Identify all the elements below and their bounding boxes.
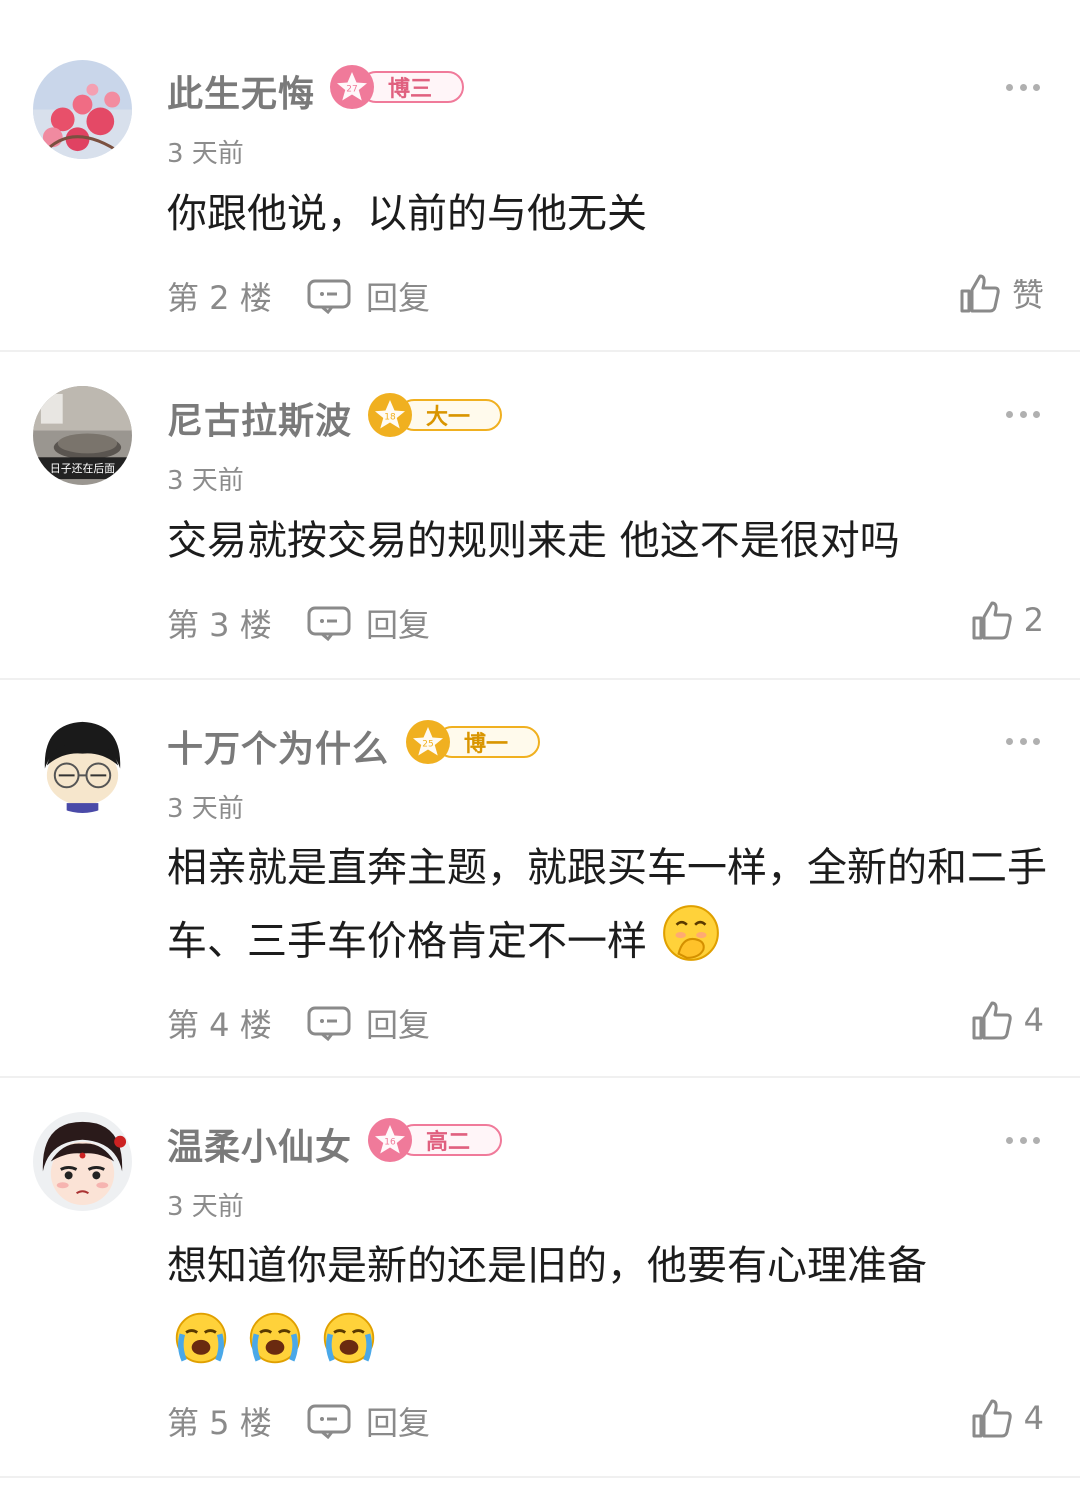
username[interactable]: 尼古拉斯波	[167, 392, 352, 444]
comment-bubble-icon	[307, 606, 351, 641]
badge-title: 博三	[360, 71, 465, 103]
avatar[interactable]	[33, 60, 132, 159]
comment-bubble-icon	[307, 279, 351, 314]
loudly-crying-face-emoji	[247, 1310, 303, 1387]
like-count: 赞	[1011, 276, 1044, 314]
username[interactable]: 此生无悔	[167, 65, 315, 117]
badge-title: 博一	[436, 726, 541, 758]
comment-time: 3 天前	[167, 466, 244, 496]
like-count: 4	[1023, 1001, 1044, 1039]
badge-level: 27	[346, 85, 357, 95]
face-with-hand-over-mouth-emoji	[660, 902, 722, 985]
badge-title: 大一	[398, 399, 503, 431]
thumbs-up-icon	[972, 601, 1012, 640]
emoji-row	[167, 1310, 1052, 1387]
comment-time: 3 天前	[167, 794, 244, 824]
more-icon[interactable]	[1006, 736, 1040, 746]
reply-button[interactable]: 回复	[306, 1000, 430, 1046]
username[interactable]: 十万个为什么	[167, 720, 389, 772]
comment-text-body: 想知道你是新的还是旧的，他要有心理准备	[167, 1243, 927, 1289]
avatar-caption: 日子还在后面	[50, 462, 115, 475]
like-count: 2	[1023, 601, 1044, 639]
level-badge: 27 博三	[330, 65, 465, 109]
comment-text-body: 交易就按交易的规则来走 他这不是很对吗	[167, 518, 900, 564]
loudly-crying-face-emoji	[321, 1310, 377, 1387]
badge-title: 高二	[398, 1124, 503, 1156]
reply-label: 回复	[366, 1404, 431, 1442]
badge-level: 25	[422, 740, 433, 750]
like-button[interactable]: 4	[970, 998, 1044, 1042]
reply-label: 回复	[366, 1006, 431, 1044]
comment-item: 十万个为什么 25 博一 3 天前 相亲就是直奔主题，就跟买车一样，全新的和二手…	[0, 680, 1080, 1078]
comment-bubble-icon	[307, 1404, 351, 1439]
comment-text: 相亲就是直奔主题，就跟买车一样，全新的和二手车、三手车价格肯定不一样	[167, 834, 1052, 985]
comment-text: 想知道你是新的还是旧的，他要有心理准备	[167, 1232, 1052, 1387]
badge-level: 16	[384, 1138, 396, 1148]
thumbs-up-icon	[972, 1001, 1012, 1040]
comment-item: 温柔小仙女 16 高二 3 天前 想知道你是新的还是旧的，他要有心理准备 第 5…	[0, 1078, 1080, 1478]
level-star-icon: 27	[330, 65, 374, 109]
level-star-icon: 18	[368, 393, 412, 437]
thumbs-up-icon	[960, 274, 1000, 313]
avatar[interactable]	[33, 1112, 132, 1211]
floor-number: 第 3 楼	[167, 606, 272, 644]
more-icon[interactable]	[1006, 1135, 1040, 1145]
comment-text: 你跟他说，以前的与他无关	[167, 180, 1052, 248]
level-star-icon: 25	[406, 720, 450, 764]
reply-button[interactable]: 回复	[306, 600, 430, 646]
like-button[interactable]: 4	[970, 1396, 1044, 1440]
comment-item: 此生无悔 27 博三 3 天前 你跟他说，以前的与他无关 第 2 楼 回复 赞	[0, 0, 1080, 352]
avatar[interactable]: 日子还在后面	[33, 386, 132, 485]
thumbs-up-icon	[972, 1399, 1012, 1438]
loudly-crying-face-emoji	[173, 1310, 229, 1387]
level-badge: 16 高二	[368, 1118, 503, 1162]
comment-time: 3 天前	[167, 1192, 244, 1222]
comment-text-body: 你跟他说，以前的与他无关	[167, 191, 647, 237]
comment-item: 日子还在后面 尼古拉斯波 18 大一 3 天前 交易就按交易的规则来走 他这不是…	[0, 352, 1080, 680]
reply-button[interactable]: 回复	[306, 273, 430, 319]
comment-bubble-icon	[307, 1006, 351, 1041]
level-badge: 18 大一	[368, 393, 503, 437]
more-icon[interactable]	[1006, 409, 1040, 419]
badge-level: 18	[384, 413, 396, 423]
reply-label: 回复	[366, 606, 431, 644]
reply-label: 回复	[366, 279, 431, 317]
floor-number: 第 4 楼	[167, 1006, 272, 1044]
more-icon[interactable]	[1006, 82, 1040, 92]
comment-text: 交易就按交易的规则来走 他这不是很对吗	[167, 507, 1052, 575]
level-star-icon: 16	[368, 1118, 412, 1162]
like-button[interactable]: 2	[970, 598, 1044, 642]
comment-text-body: 相亲就是直奔主题，就跟买车一样，全新的和二手车、三手车价格肯定不一样	[167, 845, 1047, 965]
floor-number: 第 2 楼	[167, 279, 272, 317]
avatar[interactable]	[33, 714, 132, 813]
level-badge: 25 博一	[406, 720, 541, 764]
username[interactable]: 温柔小仙女	[167, 1118, 352, 1170]
comment-list: 此生无悔 27 博三 3 天前 你跟他说，以前的与他无关 第 2 楼 回复 赞	[0, 0, 1080, 1493]
comment-time: 3 天前	[167, 139, 244, 169]
like-count: 4	[1023, 1399, 1044, 1437]
like-button[interactable]: 赞	[958, 270, 1044, 316]
reply-button[interactable]: 回复	[306, 1398, 430, 1444]
floor-number: 第 5 楼	[167, 1404, 272, 1442]
